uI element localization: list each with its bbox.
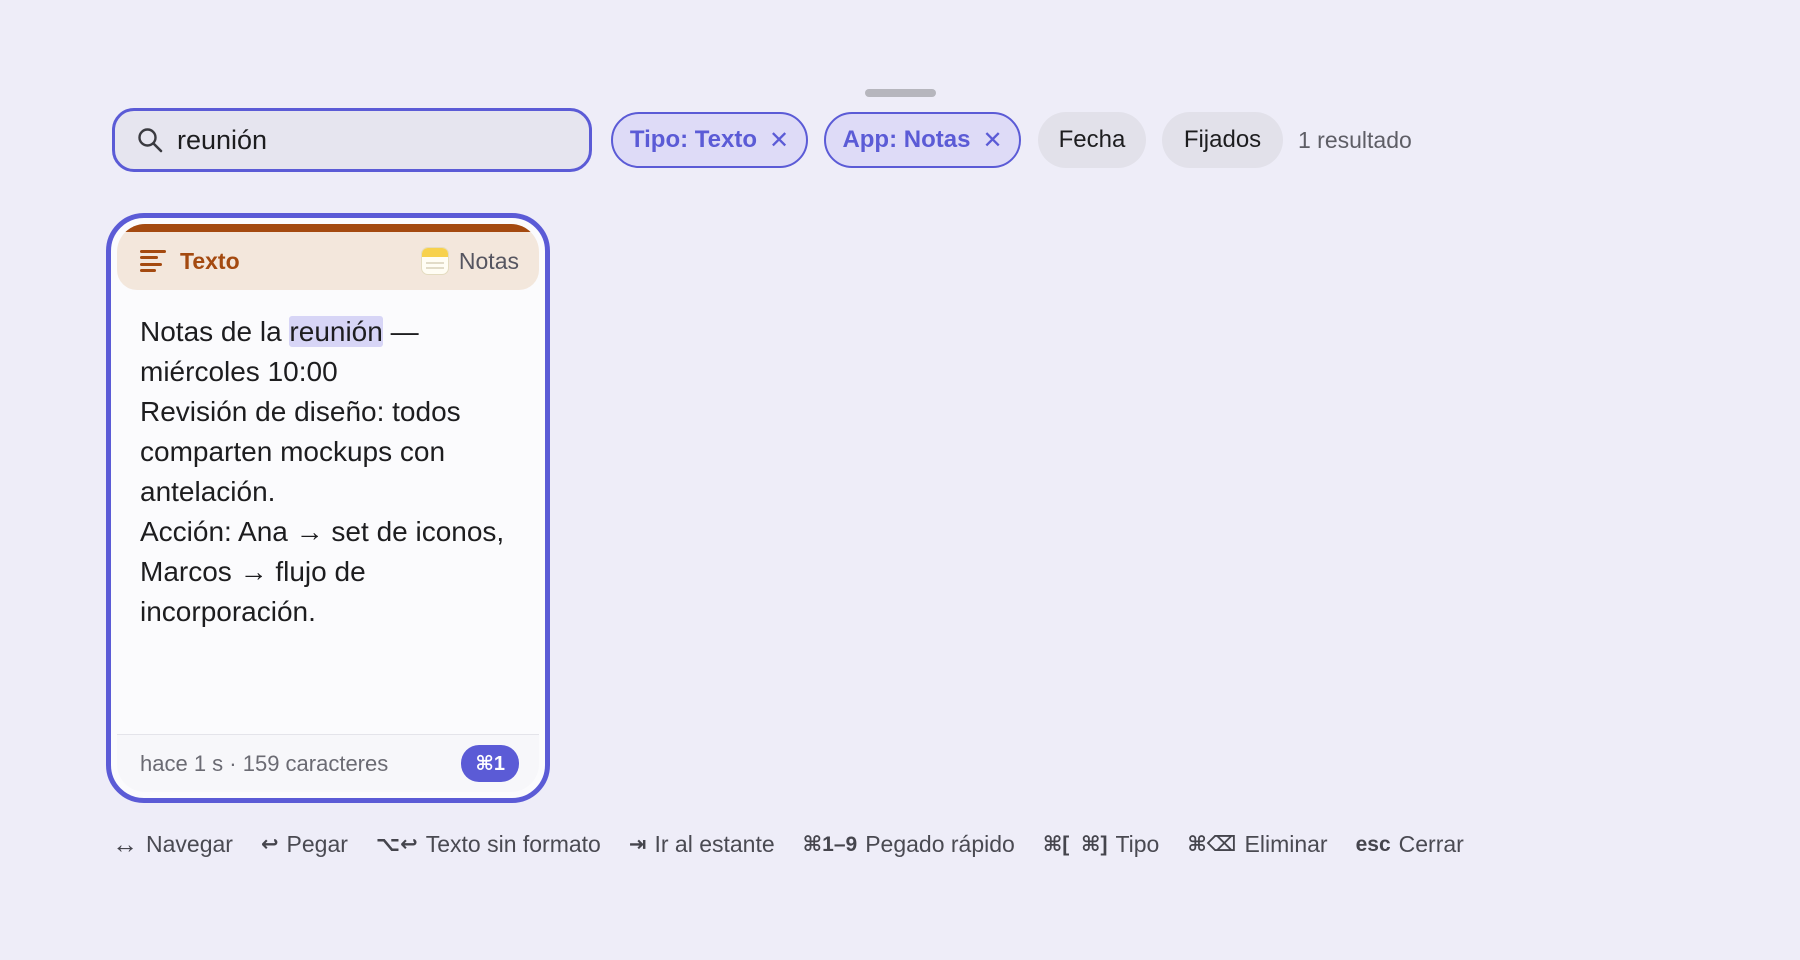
shortcut-label: Ir al estante bbox=[654, 831, 775, 857]
shortcut-type: ⌘[ ⌘] Tipo bbox=[1043, 831, 1160, 858]
escape-key-icon: esc bbox=[1355, 832, 1391, 856]
card-accent-strip bbox=[117, 224, 539, 232]
shortcut-delete: ⌘⌫ Eliminar bbox=[1187, 831, 1327, 858]
filter-chip-type-label: Tipo: Texto bbox=[629, 126, 757, 153]
card-header: Texto Notas bbox=[117, 232, 539, 290]
search-input[interactable] bbox=[177, 124, 557, 156]
shortcut-shelf: ⇥ Ir al estante bbox=[629, 831, 775, 858]
shortcut-quick-paste: ⌘1–9 Pegado rápido bbox=[803, 831, 1015, 858]
search-icon bbox=[138, 128, 163, 153]
remove-filter-app-icon[interactable]: ✕ bbox=[982, 126, 1002, 155]
clip-line-1: Notas de la reunión — miércoles 10:00 bbox=[140, 312, 521, 392]
quick-paste-badge: ⌘1 bbox=[461, 745, 519, 782]
drag-handle[interactable] bbox=[865, 89, 936, 97]
clip-meta: hace 1 s · 159 caracteres bbox=[140, 750, 389, 776]
clip-text-preview: Notas de la reunión — miércoles 10:00 Re… bbox=[140, 312, 521, 632]
filter-chip-app-label: App: Notas bbox=[842, 126, 971, 153]
search-field[interactable] bbox=[112, 108, 592, 172]
shortcut-label: Cerrar bbox=[1398, 831, 1464, 857]
command-brackets-icon: ⌘[ ⌘] bbox=[1042, 833, 1108, 856]
shortcut-label: Navegar bbox=[146, 831, 233, 857]
card-footer: hace 1 s · 159 caracteres ⌘1 bbox=[117, 734, 539, 792]
shortcut-close: esc Cerrar bbox=[1356, 831, 1464, 858]
clip-card[interactable]: Texto Notas Notas de la reunión — miérco… bbox=[106, 213, 550, 803]
text-lines-icon bbox=[140, 250, 166, 272]
filter-chip-app[interactable]: App: Notas ✕ bbox=[824, 112, 1021, 168]
filter-chip-pinned-label: Fijados bbox=[1183, 126, 1262, 153]
shortcut-paste: ↩ Pegar bbox=[261, 831, 348, 858]
remove-filter-type-icon[interactable]: ✕ bbox=[769, 126, 789, 155]
shortcut-plain-text: ⌥↩ Texto sin formato bbox=[376, 831, 601, 858]
arrows-icon: ↔ bbox=[112, 829, 138, 859]
clip-line-2: Revisión de diseño: todos comparten mock… bbox=[140, 396, 461, 507]
tab-icon: ⇥ bbox=[628, 833, 647, 856]
clip-text-segment: Notas de la bbox=[140, 316, 290, 347]
card-app-label: Notas bbox=[458, 247, 519, 274]
shortcut-bar: ↔ Navegar ↩ Pegar ⌥↩ Texto sin formato ⇥… bbox=[112, 829, 1492, 860]
shortcut-label: Eliminar bbox=[1244, 831, 1328, 857]
filter-chip-type[interactable]: Tipo: Texto ✕ bbox=[611, 112, 808, 168]
filter-chip-pinned[interactable]: Fijados bbox=[1162, 112, 1283, 168]
command-icon: ⌘1–9 bbox=[802, 833, 858, 856]
shortcut-label: Texto sin formato bbox=[425, 831, 601, 857]
notes-app-icon bbox=[420, 247, 449, 275]
shortcut-label: Pegado rápido bbox=[865, 831, 1015, 857]
filter-chip-date-label: Fecha bbox=[1058, 126, 1126, 153]
card-type-label: Texto bbox=[180, 247, 240, 274]
clipboard-panel: Tipo: Texto ✕ App: Notas ✕ Fecha Fijados… bbox=[0, 0, 1800, 960]
shortcut-label: Tipo bbox=[1115, 831, 1160, 857]
shortcut-label: Pegar bbox=[286, 831, 348, 857]
search-match-highlight: reunión bbox=[289, 316, 383, 347]
shortcut-navigate: ↔ Navegar bbox=[112, 829, 233, 860]
result-count: 1 resultado bbox=[1298, 127, 1412, 153]
return-icon: ↩ bbox=[260, 833, 279, 856]
command-delete-icon: ⌘⌫ bbox=[1187, 833, 1237, 856]
option-return-icon: ⌥↩ bbox=[375, 833, 418, 856]
filter-chip-date[interactable]: Fecha bbox=[1038, 112, 1146, 168]
clip-line-3: Acción: Ana → set de iconos, Marcos → fl… bbox=[140, 516, 505, 627]
